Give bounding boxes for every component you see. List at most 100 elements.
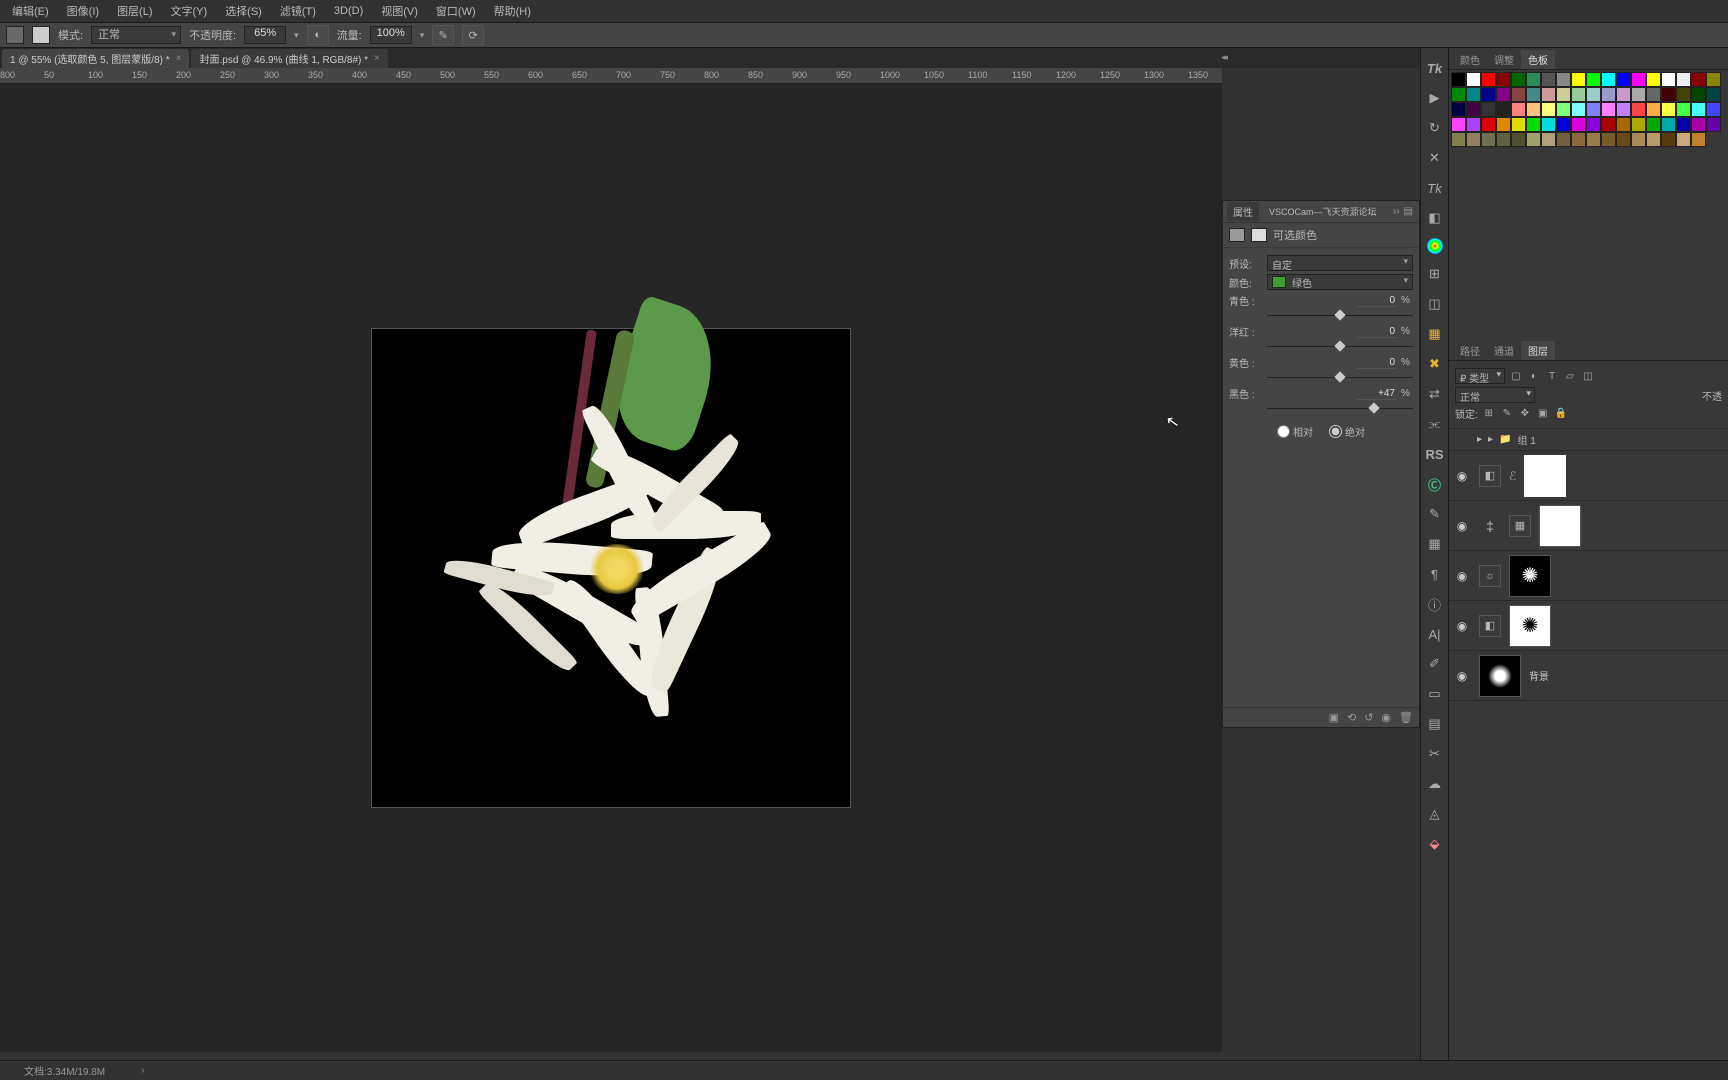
- swatch-cell[interactable]: [1556, 72, 1571, 87]
- swatch-cell[interactable]: [1556, 132, 1571, 147]
- rs-icon[interactable]: RS: [1425, 444, 1445, 464]
- swatch-cell[interactable]: [1556, 87, 1571, 102]
- info-icon[interactable]: ⓘ: [1425, 594, 1445, 614]
- magenta-value[interactable]: 0: [1357, 326, 1397, 338]
- swatch-cell[interactable]: [1571, 117, 1586, 132]
- menu-select[interactable]: 选择(S): [217, 0, 270, 22]
- swatch-cell[interactable]: [1556, 117, 1571, 132]
- layer-row-background[interactable]: ◉ 背景: [1449, 651, 1728, 701]
- black-value[interactable]: +47: [1357, 388, 1397, 400]
- menu-edit[interactable]: 编辑(E): [4, 0, 57, 22]
- menu-type[interactable]: 文字(Y): [163, 0, 216, 22]
- mode-dropdown[interactable]: 正常: [91, 26, 181, 44]
- swatch-cell[interactable]: [1466, 72, 1481, 87]
- tab-paths[interactable]: 路径: [1453, 341, 1487, 360]
- swatch-cell[interactable]: [1631, 102, 1646, 117]
- menu-image[interactable]: 图像(I): [59, 0, 107, 22]
- blend-mode-dropdown[interactable]: 正常: [1455, 387, 1535, 403]
- swatch-cell[interactable]: [1706, 72, 1721, 87]
- doc-tab-1[interactable]: 1 @ 55% (选取颜色 5, 图层蒙版/8) * ×: [2, 49, 189, 68]
- swatch-cell[interactable]: [1496, 87, 1511, 102]
- swatch-cell[interactable]: [1616, 117, 1631, 132]
- preset-dropdown[interactable]: 自定: [1267, 255, 1413, 271]
- tab-swatches[interactable]: 色板: [1521, 50, 1555, 69]
- panel-icon-3[interactable]: ▦: [1425, 324, 1445, 344]
- swatch-cell[interactable]: [1586, 87, 1601, 102]
- swatch-cell[interactable]: [1691, 87, 1706, 102]
- menu-layer[interactable]: 图层(L): [109, 0, 160, 22]
- swatch-cell[interactable]: [1616, 132, 1631, 147]
- doc-size[interactable]: 文档:3.34M/19.8M: [24, 1063, 105, 1078]
- swatch-cell[interactable]: [1451, 87, 1466, 102]
- drop-icon[interactable]: ⬙: [1425, 834, 1445, 854]
- grid-icon[interactable]: ▦: [1425, 534, 1445, 554]
- swatch-cell[interactable]: [1526, 72, 1541, 87]
- canvas[interactable]: [372, 329, 850, 807]
- filter-icon[interactable]: ▢: [1509, 371, 1523, 382]
- light-icon[interactable]: ◬: [1425, 804, 1445, 824]
- swatch-cell[interactable]: [1511, 117, 1526, 132]
- paragraph-icon[interactable]: ¶: [1425, 564, 1445, 584]
- lock-trans-icon[interactable]: ⊞: [1482, 408, 1496, 419]
- swatch-cell[interactable]: [1571, 72, 1586, 87]
- scissors-icon[interactable]: ✂: [1425, 744, 1445, 764]
- swatch-cell[interactable]: [1586, 72, 1601, 87]
- swatch-cell[interactable]: [1616, 87, 1631, 102]
- cross-icon[interactable]: ✖: [1425, 354, 1445, 374]
- layer-mask[interactable]: [1524, 455, 1566, 497]
- swatch-cell[interactable]: [1571, 132, 1586, 147]
- swatch-cell[interactable]: [1586, 102, 1601, 117]
- menu-icon[interactable]: ▤: [1404, 206, 1413, 217]
- tk2-icon[interactable]: Tk: [1425, 178, 1445, 198]
- swatch-cell[interactable]: [1526, 132, 1541, 147]
- swatch-cell[interactable]: [1706, 117, 1721, 132]
- panel-icon-5[interactable]: ▤: [1425, 714, 1445, 734]
- layer-row[interactable]: ◉ ‡ ▦: [1449, 501, 1728, 551]
- reset-icon[interactable]: ↺: [1364, 711, 1373, 724]
- swatch-cell[interactable]: [1631, 72, 1646, 87]
- swatch-cell[interactable]: [1541, 87, 1556, 102]
- tab-layers[interactable]: 图层: [1521, 341, 1555, 360]
- menu-window[interactable]: 窗口(W): [428, 0, 484, 22]
- pressure-opacity-icon[interactable]: ◐: [307, 25, 329, 45]
- tab-adjustments[interactable]: 调整: [1487, 50, 1521, 69]
- cyan-slider[interactable]: [1267, 311, 1413, 321]
- swatch-cell[interactable]: [1466, 132, 1481, 147]
- filter-icon[interactable]: ▱: [1563, 371, 1577, 382]
- brush-icon[interactable]: ✎: [1425, 504, 1445, 524]
- yellow-slider[interactable]: [1267, 373, 1413, 383]
- swatch-cell[interactable]: [1526, 87, 1541, 102]
- layer-mask[interactable]: ✺: [1509, 605, 1551, 647]
- swatch-cell[interactable]: [1466, 87, 1481, 102]
- absolute-radio[interactable]: 绝对: [1329, 424, 1365, 439]
- swatch-cell[interactable]: [1451, 117, 1466, 132]
- swatch-cell[interactable]: [1496, 132, 1511, 147]
- swatch-cell[interactable]: [1646, 87, 1661, 102]
- swatch-cell[interactable]: [1466, 117, 1481, 132]
- flow-input[interactable]: 100%: [370, 26, 412, 44]
- lock-artboard-icon[interactable]: ▣: [1536, 408, 1550, 419]
- layer-row[interactable]: ◉ ☼ ✺: [1449, 551, 1728, 601]
- swatch-cell[interactable]: [1601, 132, 1616, 147]
- swatch-cell[interactable]: [1691, 72, 1706, 87]
- swatch-cell[interactable]: [1646, 72, 1661, 87]
- tool-preset-icon[interactable]: [6, 26, 24, 44]
- magenta-slider[interactable]: [1267, 342, 1413, 352]
- cyan-value[interactable]: 0: [1357, 295, 1397, 307]
- swatch-cell[interactable]: [1661, 117, 1676, 132]
- swatch-cell[interactable]: [1496, 117, 1511, 132]
- swatch-cell[interactable]: [1706, 87, 1721, 102]
- sliders-icon[interactable]: ⇄: [1425, 384, 1445, 404]
- view-prev-icon[interactable]: ⟲: [1347, 711, 1356, 724]
- swatch-cell[interactable]: [1646, 102, 1661, 117]
- visibility-icon[interactable]: ◉: [1453, 469, 1471, 483]
- visibility-icon[interactable]: ◉: [1453, 619, 1471, 633]
- layer-mask[interactable]: [1539, 505, 1581, 547]
- swatch-cell[interactable]: [1466, 102, 1481, 117]
- swatch-cell[interactable]: [1631, 87, 1646, 102]
- filter-icon[interactable]: ◫: [1581, 371, 1595, 382]
- visibility-icon[interactable]: ◉: [1453, 669, 1471, 683]
- trash-icon[interactable]: 🗑: [1399, 711, 1413, 724]
- swatch-cell[interactable]: [1541, 132, 1556, 147]
- layer-mask[interactable]: ✺: [1509, 555, 1551, 597]
